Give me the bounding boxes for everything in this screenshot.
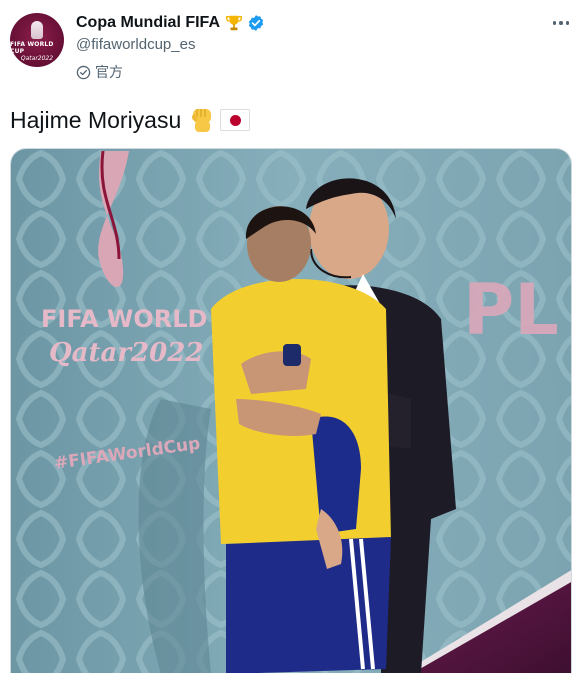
trophy-logo-icon: [31, 20, 43, 39]
official-check-icon: [76, 65, 91, 79]
tweet-text: Hajime Moriyasu: [10, 106, 182, 133]
raised-fist-emoji-icon: [192, 109, 212, 132]
tweet-photo[interactable]: FIFA WORLD CUP Qatar2022 #FIFAWorldCup P…: [10, 148, 572, 673]
official-label: 官方: [95, 64, 123, 80]
account-handle[interactable]: @fifaworldcup_es: [76, 36, 195, 53]
verified-badge-icon: [248, 15, 264, 31]
japan-flag-icon: [220, 109, 251, 131]
tweet-text-row: Hajime Moriyasu: [10, 105, 251, 135]
photo-illustration: FIFA WORLD CUP Qatar2022 #FIFAWorldCup P…: [11, 149, 571, 673]
more-options-icon[interactable]: [548, 12, 574, 34]
avatar[interactable]: FIFA WORLD CUP Qatar2022: [10, 13, 64, 67]
official-label-row: 官方: [76, 62, 123, 82]
wall-letters: PL: [463, 269, 559, 351]
display-name[interactable]: Copa Mundial FIFA: [76, 14, 220, 32]
avatar-logo-text-1: FIFA WORLD CUP: [10, 40, 54, 55]
tweet-card[interactable]: FIFA WORLD CUP Qatar2022 Copa Mundial FI…: [0, 0, 587, 673]
avatar-logo-text-2: Qatar2022: [20, 54, 54, 62]
name-row: Copa Mundial FIFA: [76, 12, 265, 34]
backdrop-text-2: Qatar2022: [49, 338, 203, 368]
trophy-emoji-icon: [226, 15, 242, 31]
